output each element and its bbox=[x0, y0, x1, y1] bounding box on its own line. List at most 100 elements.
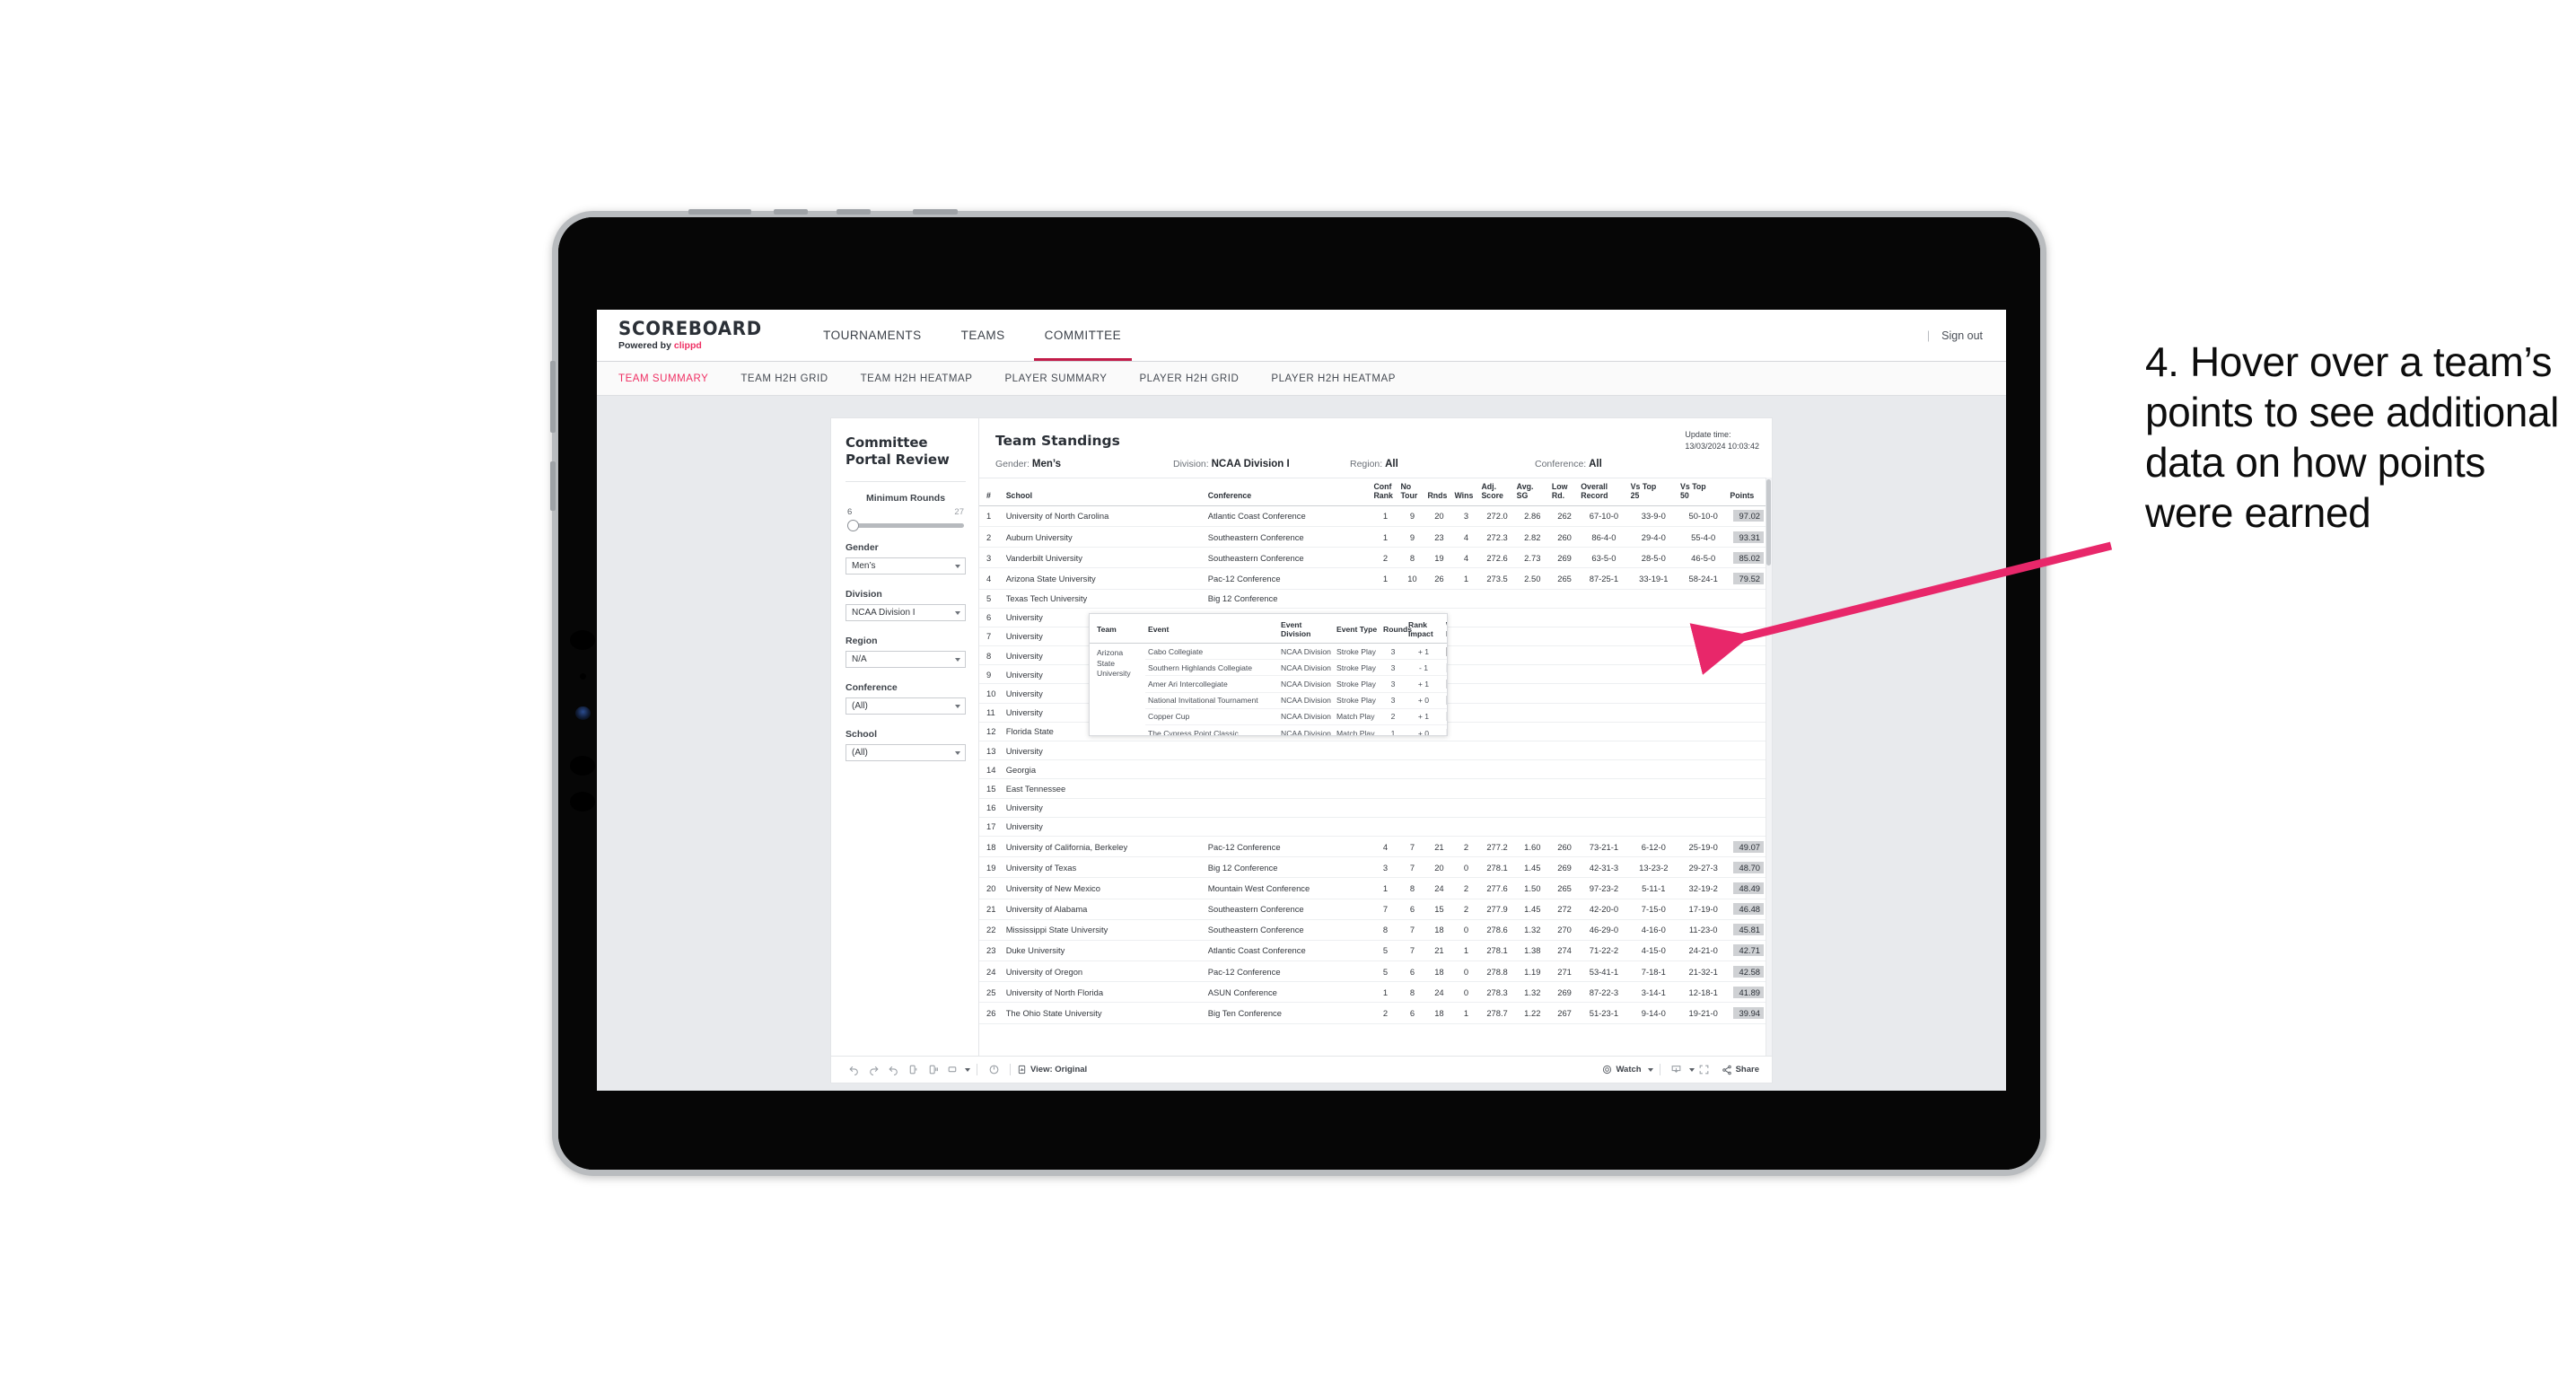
table-row[interactable]: 3 Vanderbilt University Southeastern Confe… bbox=[979, 547, 1772, 569]
tab-team-summary[interactable]: TEAM SUMMARY bbox=[618, 373, 724, 384]
watch-button[interactable]: Watch bbox=[1602, 1065, 1653, 1075]
cell-sg bbox=[1514, 703, 1550, 723]
col-wins[interactable]: Wins bbox=[1452, 478, 1480, 506]
cell-nt: 7 bbox=[1398, 836, 1426, 858]
col-school[interactable]: School bbox=[1003, 478, 1206, 506]
region-select[interactable]: N/A bbox=[846, 651, 966, 669]
fullscreen-icon[interactable] bbox=[1695, 1060, 1714, 1080]
col-rank[interactable]: # bbox=[979, 478, 1004, 506]
school-select[interactable]: (All) bbox=[846, 744, 966, 762]
gender-select[interactable]: Men’s bbox=[846, 557, 966, 575]
cell-cr: 5 bbox=[1371, 940, 1399, 962]
cell-adj: 278.1 bbox=[1479, 940, 1515, 962]
brand-logo[interactable]: SCOREBOARD Powered by clippd bbox=[597, 320, 803, 351]
tab-team-h2h-grid[interactable]: TEAM H2H GRID bbox=[724, 373, 844, 384]
reset-icon[interactable] bbox=[984, 1060, 1003, 1080]
table-row[interactable]: 17 University bbox=[979, 817, 1772, 837]
chevron-down-icon[interactable] bbox=[1647, 1067, 1653, 1072]
pause-icon[interactable] bbox=[923, 1060, 942, 1080]
redo-icon[interactable] bbox=[863, 1060, 883, 1080]
table-row[interactable]: 24 University of Oregon Pac-12 Conference 5… bbox=[979, 961, 1772, 983]
cell-sg: 1.32 bbox=[1514, 919, 1550, 941]
cell-school: University of Texas bbox=[1003, 856, 1206, 879]
undo-icon[interactable] bbox=[844, 1060, 863, 1080]
cell-school: Auburn University bbox=[1003, 526, 1206, 548]
col-vs-top-25[interactable]: Vs Top 25 bbox=[1628, 478, 1678, 506]
tooltip-col-event-type: Event Type bbox=[1334, 614, 1380, 644]
col-conf-rank[interactable]: Conf Rank bbox=[1371, 478, 1399, 506]
table-row[interactable]: 2 Auburn University Southeastern Conferenc… bbox=[979, 526, 1772, 548]
col-low-rd[interactable]: Low Rd. bbox=[1549, 478, 1580, 506]
cell-sg: 2.82 bbox=[1514, 526, 1550, 548]
table-row[interactable]: 16 University bbox=[979, 798, 1772, 818]
cell-rec: 86-4-0 bbox=[1579, 526, 1629, 548]
conference-select[interactable]: (All) bbox=[846, 697, 966, 715]
annotation-text: 4. Hover over a team’s points to see add… bbox=[2145, 338, 2559, 537]
table-row[interactable]: 21 University of Alabama Southeastern Conf… bbox=[979, 899, 1772, 920]
cell-t50: 32-19-2 bbox=[1678, 877, 1729, 899]
col-rnds[interactable]: Rnds bbox=[1425, 478, 1453, 506]
table-row[interactable]: 13 University bbox=[979, 741, 1772, 761]
tooltip-cell-impact: + 1 bbox=[1406, 675, 1441, 693]
share-button[interactable]: Share bbox=[1722, 1065, 1759, 1075]
nav-teams[interactable]: TEAMS bbox=[942, 310, 1025, 361]
watch-icon bbox=[1603, 1065, 1612, 1075]
refresh-icon[interactable] bbox=[903, 1060, 923, 1080]
cell-w: 0 bbox=[1452, 961, 1480, 983]
col-avg-sg[interactable]: Avg. SG bbox=[1514, 478, 1550, 506]
col-adj-score[interactable]: Adj. Score bbox=[1479, 478, 1515, 506]
table-row[interactable]: 26 The Ohio State University Big Ten Confe… bbox=[979, 1002, 1772, 1024]
device-top-speaker-1 bbox=[688, 209, 751, 215]
points-hover-tooltip: Team Event Event Division Event Type Rou… bbox=[1089, 613, 1448, 736]
cell-cr bbox=[1371, 741, 1399, 761]
cell-w bbox=[1452, 703, 1480, 723]
col-conference[interactable]: Conference bbox=[1205, 478, 1372, 506]
device-volume-up-button[interactable] bbox=[550, 361, 556, 433]
table-row[interactable]: 14 Georgia bbox=[979, 759, 1772, 780]
table-row[interactable]: 19 University of Texas Big 12 Conference 3 7… bbox=[979, 856, 1772, 879]
tab-player-h2h-grid[interactable]: PLAYER H2H GRID bbox=[1123, 373, 1255, 384]
nav-tournaments[interactable]: TOURNAMENTS bbox=[803, 310, 942, 361]
tab-player-summary[interactable]: PLAYER SUMMARY bbox=[988, 373, 1123, 384]
cell-rank: 18 bbox=[979, 836, 1004, 858]
table-row[interactable]: 1 University of North Carolina Atlantic Co… bbox=[979, 505, 1772, 527]
division-select[interactable]: NCAA Division I bbox=[846, 604, 966, 622]
cell-nt bbox=[1398, 778, 1426, 799]
cell-low bbox=[1549, 817, 1580, 837]
table-row[interactable]: 15 East Tennessee bbox=[979, 778, 1772, 799]
tab-player-h2h-heatmap[interactable]: PLAYER H2H HEATMAP bbox=[1255, 373, 1412, 384]
cell-low bbox=[1549, 759, 1580, 780]
table-row[interactable]: 23 Duke University Atlantic Coast Conferen… bbox=[979, 940, 1772, 962]
standings-table-scroll[interactable]: # School Conference Conf Rank No Tour Rnds… bbox=[979, 478, 1772, 1056]
view-original-button[interactable]: View: Original bbox=[1017, 1065, 1087, 1075]
chevron-down-icon bbox=[955, 657, 960, 662]
app-header: SCOREBOARD Powered by clippd TOURNAMENTS… bbox=[597, 310, 2006, 362]
revert-icon[interactable] bbox=[883, 1060, 903, 1080]
cell-sg bbox=[1514, 683, 1550, 704]
device-power-button[interactable] bbox=[913, 209, 958, 215]
tab-team-h2h-heatmap[interactable]: TEAM H2H HEATMAP bbox=[845, 373, 989, 384]
table-row[interactable]: 5 Texas Tech University Big 12 Conference bbox=[979, 589, 1772, 609]
table-row[interactable]: 4 Arizona State University Pac-12 Conferen… bbox=[979, 567, 1772, 590]
cell-cr: 1 bbox=[1371, 567, 1399, 590]
col-vs-top-50[interactable]: Vs Top 50 bbox=[1678, 478, 1729, 506]
table-row[interactable]: 20 University of New Mexico Mountain West … bbox=[979, 877, 1772, 899]
table-row[interactable]: 18 University of California, Berkeley Pac-… bbox=[979, 836, 1772, 858]
tooltip-cell-type: Match Play bbox=[1334, 724, 1380, 735]
minimum-rounds-slider[interactable] bbox=[847, 520, 964, 532]
chevron-down-icon[interactable] bbox=[965, 1067, 970, 1072]
table-row[interactable]: 22 Mississippi State University Southeaste… bbox=[979, 919, 1772, 941]
table-row[interactable]: 25 University of North Florida ASUN Confer… bbox=[979, 981, 1772, 1004]
device-volume-down-button[interactable] bbox=[550, 461, 556, 511]
col-no-tour[interactable]: No Tour bbox=[1398, 478, 1426, 506]
signout-button[interactable]: Sign out bbox=[1941, 329, 1983, 342]
col-overall-record[interactable]: Overall Record bbox=[1579, 478, 1629, 506]
slider-handle[interactable] bbox=[847, 520, 859, 532]
tooltip-cell-wpoints: 42.73 bbox=[1441, 708, 1447, 725]
highlight-icon[interactable] bbox=[942, 1060, 962, 1080]
minimum-rounds-values: 6 27 bbox=[846, 507, 966, 520]
cell-t25 bbox=[1628, 683, 1678, 704]
download-icon[interactable] bbox=[1667, 1060, 1687, 1080]
nav-committee[interactable]: COMMITTEE bbox=[1025, 310, 1142, 361]
cell-adj bbox=[1479, 645, 1515, 666]
